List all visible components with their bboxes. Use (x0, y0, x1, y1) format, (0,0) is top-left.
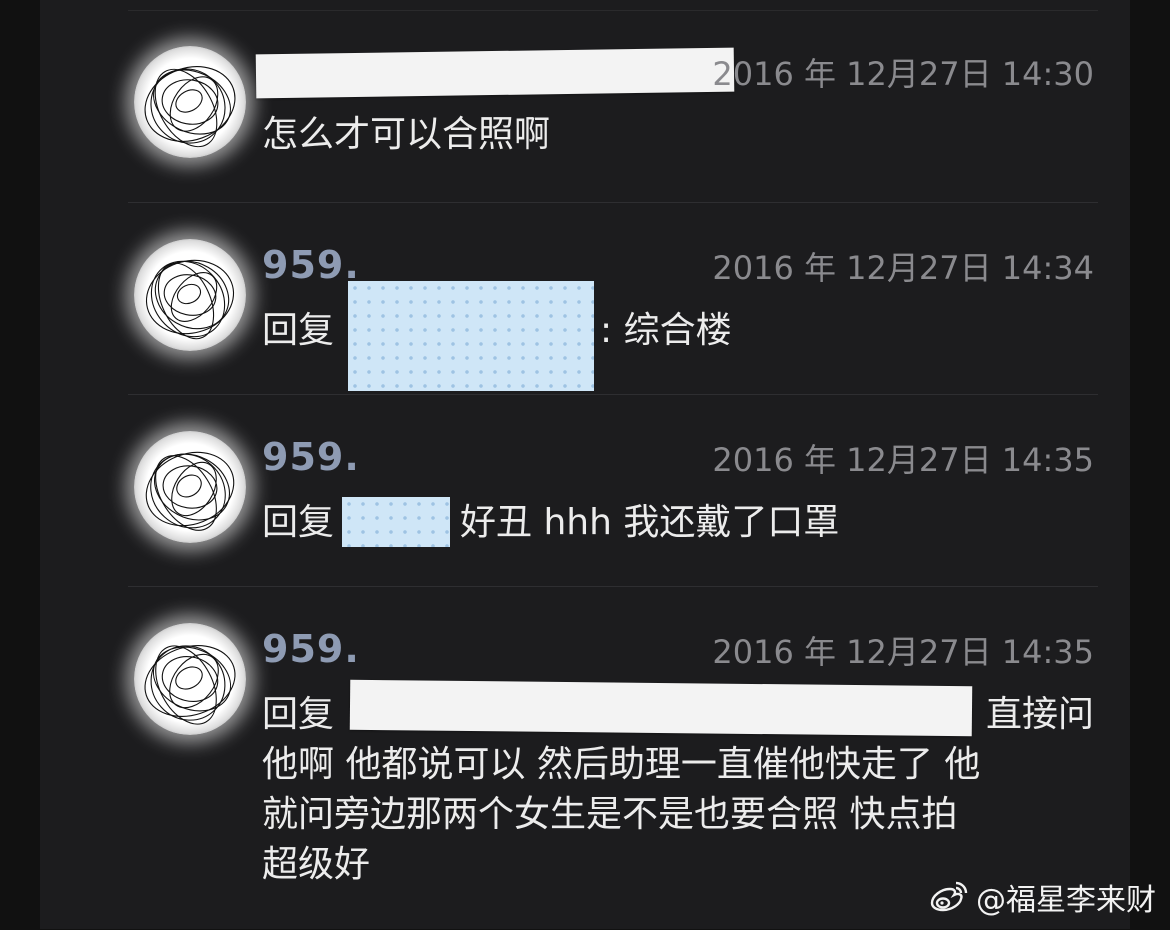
reply-prefix: 回复 (262, 502, 335, 543)
avatar[interactable] (134, 239, 246, 351)
comment-line-1: 他啊 他都说可以 然后助理一直催他快走了 他 (262, 744, 981, 785)
reply-text: : 综合楼 (600, 310, 732, 351)
avatar[interactable] (134, 431, 246, 543)
comment-text: 回复 (262, 691, 334, 739)
scribble-avatar-icon (145, 451, 235, 531)
redacted-mention-box (348, 281, 594, 391)
comment-timestamp: 2016 年 12月27日 14:35 (712, 633, 1094, 671)
comment-username[interactable]: 959. (262, 243, 360, 287)
reply-prefix: 回复 (262, 694, 335, 735)
weibo-watermark: @福星李来财 (926, 875, 1156, 919)
comment-text: 回复 (262, 307, 334, 355)
scribble-avatar-icon (145, 259, 235, 340)
scribble-avatar-icon (144, 645, 236, 725)
redacted-mention-strip (349, 679, 973, 737)
comment-timestamp: 2016 年 12月27日 14:35 (712, 441, 1094, 479)
avatar[interactable] (134, 46, 246, 158)
comment-text: 怎么才可以合照啊 (262, 114, 551, 155)
reply-text: 好丑 hhh 我还戴了口罩 (460, 502, 840, 543)
comment-line-3: 超级好 (262, 844, 371, 885)
scribble-avatar-icon (144, 66, 236, 148)
comment-timestamp: 2016 年 12月27日 14:30 (712, 55, 1094, 93)
comment-line-2: 就问旁边那两个女生是不是也要合照 快点拍 (262, 794, 958, 835)
comment-item-1: 2016 年 12月27日 14:30 怎么才可以合照啊 (128, 10, 1098, 203)
reply-text: 直接问 (986, 694, 1095, 735)
watermark-text: @福星李来财 (976, 883, 1156, 918)
redacted-mention-box (342, 497, 450, 547)
reply-prefix: 回复 (262, 310, 335, 351)
comment-timestamp: 2016 年 12月27日 14:34 (712, 249, 1094, 287)
comment-item-3: 959. 2016 年 12月27日 14:35 回复 好丑 hhh 我还戴了口… (128, 394, 1098, 587)
weibo-icon (930, 881, 968, 912)
comment-username[interactable]: 959. (262, 435, 360, 479)
redacted-username-strip (255, 47, 735, 99)
comment-text: 回复 (262, 499, 334, 547)
avatar[interactable] (134, 623, 246, 735)
comment-item-2: 959. 2016 年 12月27日 14:34 回复 : 综合楼 (128, 202, 1098, 395)
comment-username[interactable]: 959. (262, 627, 360, 671)
